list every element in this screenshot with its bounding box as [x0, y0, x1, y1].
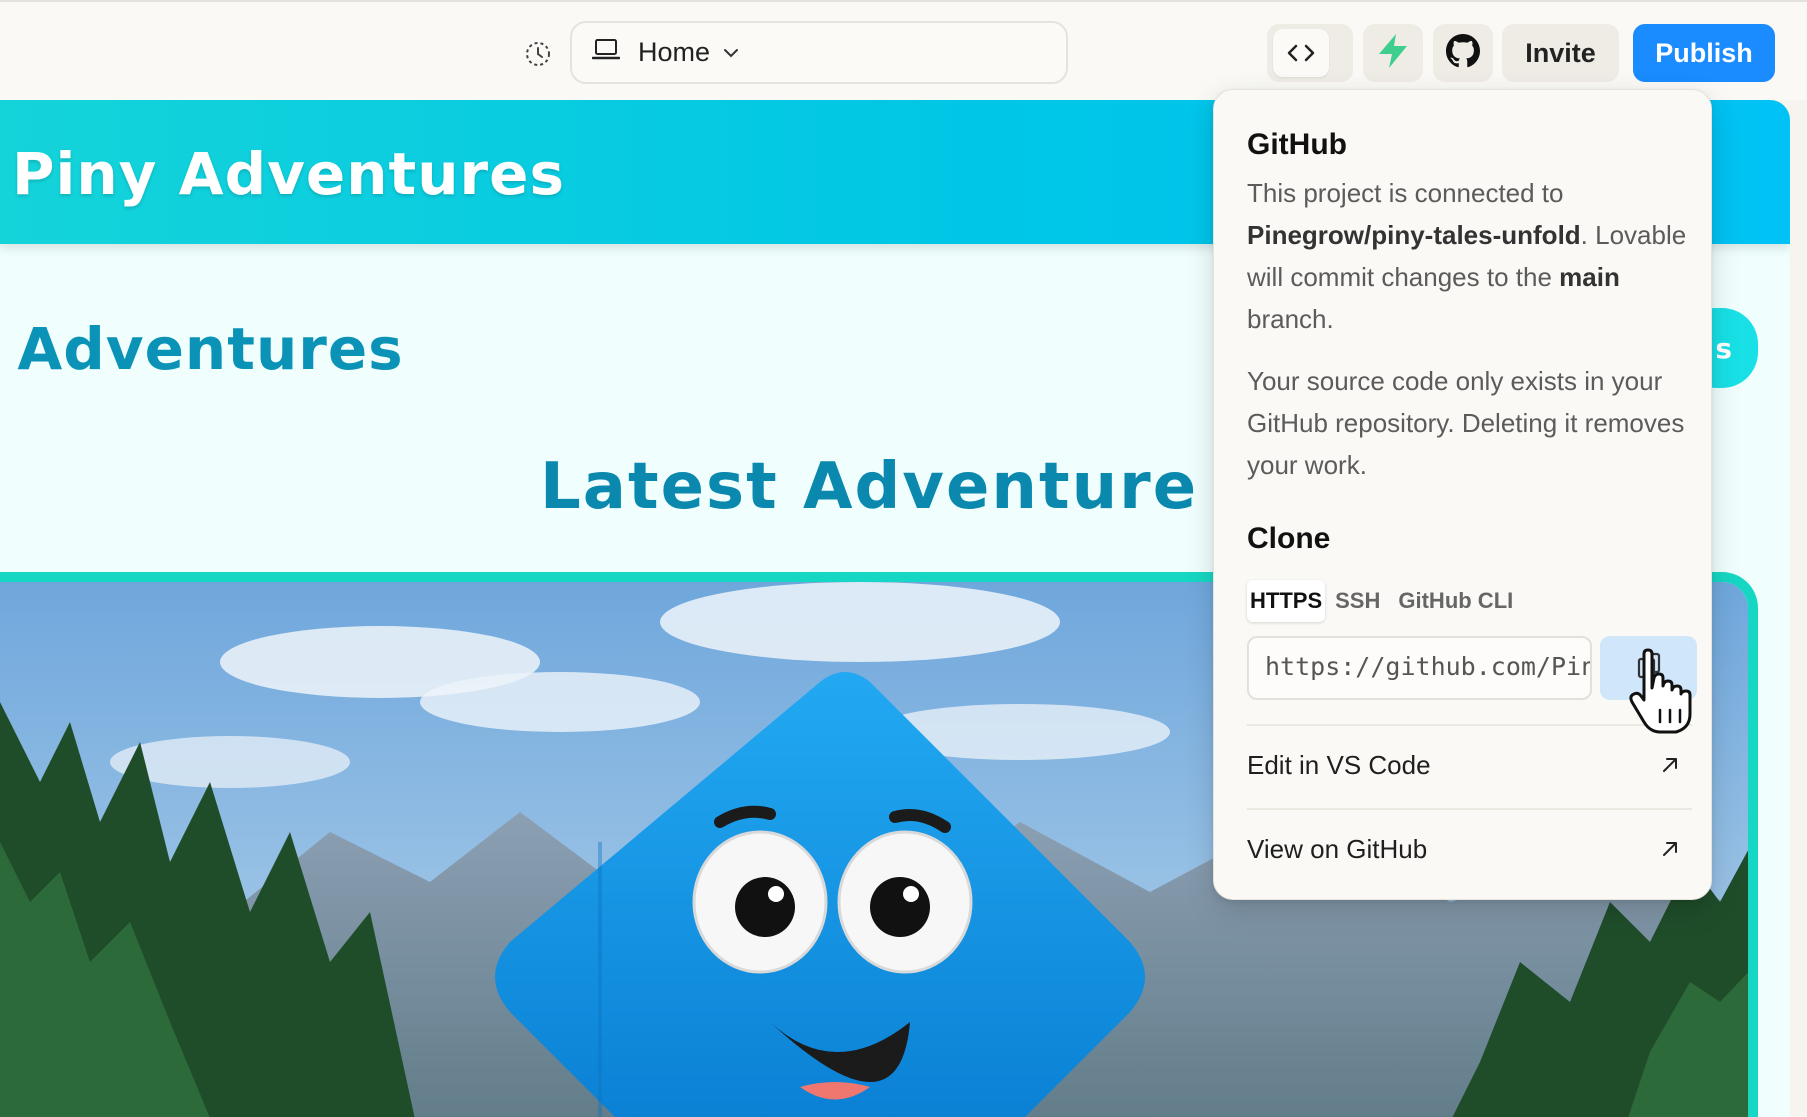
laptop-icon	[591, 38, 621, 67]
tab-https[interactable]: HTTPS	[1247, 580, 1326, 622]
site-title[interactable]: Piny Adventures	[12, 140, 565, 208]
chevron-down-icon	[722, 47, 740, 59]
tab-github-cli[interactable]: GitHub CLI	[1390, 580, 1521, 622]
commit-suffix: branch.	[1247, 304, 1334, 334]
view-on-github-link[interactable]: View on GitHub	[1247, 824, 1692, 874]
section-heading: Latest Adventure	[540, 450, 1199, 524]
hero-heading: : Adventures	[0, 315, 404, 383]
route-selector[interactable]: Home	[570, 21, 1068, 84]
connected-prefix: This project is connected to	[1247, 178, 1564, 208]
external-arrow-icon	[1660, 839, 1692, 859]
divider	[1247, 808, 1692, 810]
route-label: Home	[638, 37, 711, 67]
source-warning: Your source code only exists in your Git…	[1247, 366, 1685, 480]
branch-name: main	[1559, 262, 1620, 292]
bolt-icon	[1376, 33, 1410, 74]
clone-tabs: HTTPS SSH GitHub CLI	[1247, 578, 1521, 624]
clone-url-field[interactable]: https://github.com/Pinegrow/piny-tales-u…	[1247, 636, 1592, 700]
edit-in-vscode-link[interactable]: Edit in VS Code	[1247, 740, 1692, 790]
pointer-cursor-icon	[1626, 648, 1706, 736]
top-toolbar: Home Invite Publish	[0, 0, 1807, 100]
tab-ssh[interactable]: SSH	[1327, 580, 1388, 622]
history-icon[interactable]	[520, 38, 556, 70]
external-arrow-icon	[1660, 755, 1692, 775]
code-icon[interactable]	[1273, 29, 1329, 77]
connection-description: This project is connected to Pinegrow/pi…	[1247, 172, 1692, 340]
github-icon	[1446, 33, 1480, 73]
invite-button[interactable]: Invite	[1502, 24, 1619, 82]
supabase-button[interactable]	[1363, 24, 1423, 82]
edit-in-vscode-label: Edit in VS Code	[1247, 749, 1431, 780]
popover-title: GitHub	[1247, 128, 1347, 161]
code-view-toggle[interactable]	[1267, 24, 1353, 82]
view-on-github-label: View on GitHub	[1247, 833, 1428, 864]
clone-title: Clone	[1247, 522, 1331, 555]
github-button[interactable]	[1433, 24, 1493, 82]
publish-button[interactable]: Publish	[1633, 24, 1775, 82]
repo-name: Pinegrow/piny-tales-unfold	[1247, 220, 1581, 250]
github-popover: GitHub This project is connected to Pine…	[1213, 89, 1712, 900]
